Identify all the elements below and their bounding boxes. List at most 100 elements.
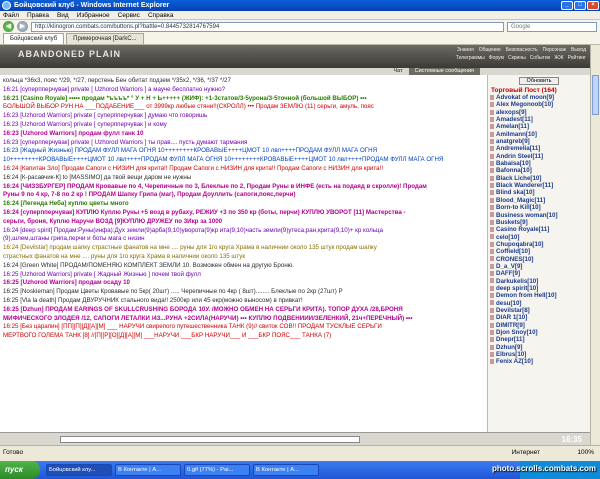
player-item[interactable]: Demon from Hell[10] bbox=[490, 292, 590, 299]
search-box[interactable]: Google bbox=[507, 21, 597, 32]
page-content: ABANDONED PLAIN Знания Общение Безопасно… bbox=[0, 45, 590, 445]
player-item[interactable]: celo[10] bbox=[490, 234, 590, 241]
chat-line: 16:25 [Noskieman] Продам Цветы Кровавые … bbox=[3, 288, 343, 296]
refresh-button[interactable]: Обновить bbox=[519, 77, 559, 85]
game-logo: ABANDONED PLAIN bbox=[18, 49, 122, 59]
player-item[interactable]: Amadest[11] bbox=[490, 116, 590, 123]
player-item[interactable]: DAFF[9] bbox=[490, 270, 590, 277]
tab-fitting-room[interactable]: Примерочная [DarkC... bbox=[66, 33, 144, 44]
player-list-panel: Обновить Торговый Пост (164) Advokat of … bbox=[487, 75, 590, 432]
player-item[interactable]: Amilmann[10] bbox=[490, 131, 590, 138]
player-item[interactable]: Blind ska[10] bbox=[490, 189, 590, 196]
menu-lj[interactable]: ЖЖ bbox=[554, 55, 563, 61]
menu-screens[interactable]: Скрины bbox=[508, 55, 526, 61]
chat-line: Руны 9 по 4 кр, 7-8 по 2 кр ! ПРОДАМ Шап… bbox=[3, 191, 296, 199]
chat-log: кольца *36х3, пояс */29, */27, перстень … bbox=[0, 75, 485, 432]
close-button[interactable]: × bbox=[587, 1, 599, 10]
player-item[interactable]: Black Wanderer[11] bbox=[490, 182, 590, 189]
system-messages-tab[interactable]: Системные сообщения bbox=[408, 68, 480, 75]
menu-communication[interactable]: Общение bbox=[479, 47, 501, 53]
chat-tab[interactable]: Чат bbox=[394, 68, 403, 75]
game-clock: 16:35 bbox=[561, 435, 582, 444]
chat-line: 16:23 [Жадный Жизнью] ПРОДАМ ФУЛЛ МАГА О… bbox=[3, 147, 378, 155]
player-item[interactable]: DIAR 1[10] bbox=[490, 314, 590, 321]
menu-character[interactable]: Персонаж bbox=[543, 47, 566, 53]
menu-edit[interactable]: Правка bbox=[27, 11, 49, 19]
menu-rating[interactable]: Рейтинг bbox=[568, 55, 586, 61]
player-item[interactable]: Dzhun[9] bbox=[490, 344, 590, 351]
tab-row: Бойцовский клуб Примерочная [DarkC... bbox=[0, 33, 600, 45]
player-item[interactable]: Babaisa[10] bbox=[490, 160, 590, 167]
menu-security[interactable]: Безопасность bbox=[506, 47, 538, 53]
maximize-button[interactable]: □ bbox=[574, 1, 586, 10]
player-item[interactable]: Andrin Steel[11] bbox=[490, 153, 590, 160]
window-controls: _ □ × bbox=[561, 1, 599, 10]
player-item[interactable]: Buskets[9] bbox=[490, 219, 590, 226]
tab-combats[interactable]: Бойцовский клуб bbox=[3, 33, 65, 44]
title-bar: Бойцовский клуб - Windows Internet Explo… bbox=[0, 0, 600, 11]
task-paint[interactable]: 0.gif (77%) - Pai... bbox=[184, 464, 250, 476]
chat-line: 10++++++++КРОВАВЫЕ++++ЦМОТ 10 лвл++++ПРО… bbox=[3, 156, 444, 164]
player-item[interactable]: Elbrus[10] bbox=[490, 351, 590, 358]
chat-line: 16:25 [Uzhorod Warriors] продам осаду 10 bbox=[3, 279, 130, 287]
player-item[interactable]: CRONES[10] bbox=[490, 256, 590, 263]
player-item[interactable]: Advokat of moon[9] bbox=[490, 94, 590, 101]
menu-knowledge[interactable]: Знания bbox=[457, 47, 474, 53]
task-vkontakte-2[interactable]: В Контакте | А... bbox=[253, 464, 319, 476]
scrollbar-thumb[interactable] bbox=[592, 75, 599, 115]
player-item[interactable]: Casino Royale[11] bbox=[490, 226, 590, 233]
task-combats[interactable]: Бойцовский клу... bbox=[46, 464, 112, 476]
chat-line: 16:24 [deep spirit] Продам:Руны(инфа):Ду… bbox=[3, 226, 383, 234]
menu-events[interactable]: Событие bbox=[530, 55, 551, 61]
zone-indicator: Интернет bbox=[511, 449, 540, 456]
player-item[interactable]: anatgreb[9] bbox=[490, 138, 590, 145]
chat-line: 16:23 [Uzhorod Warriors] private [ супер… bbox=[3, 112, 208, 120]
player-item[interactable]: alexops[9] bbox=[490, 109, 590, 116]
menu-help[interactable]: Справка bbox=[148, 11, 174, 19]
player-item[interactable]: desu[10] bbox=[490, 300, 590, 307]
menu-tools[interactable]: Сервис bbox=[118, 11, 140, 19]
chat-line: 16:21 [суперпперчувак] private [ Uzhorod… bbox=[3, 85, 226, 93]
player-item[interactable]: Coffield[10] bbox=[490, 248, 590, 255]
game-menu-bottom: Телеграммы Форум Скрины Событие ЖЖ Рейти… bbox=[456, 55, 586, 61]
player-item[interactable]: Andremelia[11] bbox=[490, 145, 590, 152]
menu-favorites[interactable]: Избранное bbox=[77, 11, 110, 19]
page-scrollbar[interactable] bbox=[590, 45, 600, 445]
player-item[interactable]: DIMITR[9] bbox=[490, 322, 590, 329]
player-item[interactable]: Djon Snoy[10] bbox=[490, 329, 590, 336]
player-item[interactable]: D_a_V[9] bbox=[490, 263, 590, 270]
menu-forum[interactable]: Форум bbox=[489, 55, 504, 61]
taskbar-tasks: Бойцовский клу... В Контакте | А... 0.gi… bbox=[46, 464, 319, 476]
player-item[interactable]: Black Liche[10] bbox=[490, 175, 590, 182]
player-item[interactable]: Devilstar[8] bbox=[490, 307, 590, 314]
status-bar: Готово Интернет 100% bbox=[0, 445, 600, 461]
address-bar[interactable]: http://klinogron.combats.com/buttons.pl?… bbox=[31, 21, 504, 32]
player-item[interactable]: Bafonna[10] bbox=[490, 167, 590, 174]
player-item[interactable]: Dnepr[11] bbox=[490, 336, 590, 343]
chat-input[interactable] bbox=[60, 436, 360, 443]
player-item[interactable]: Born-to Kill[10] bbox=[490, 204, 590, 211]
player-item[interactable]: Blood_Magic[11] bbox=[490, 197, 590, 204]
menu-exit[interactable]: Выход bbox=[571, 47, 586, 53]
forward-button[interactable]: ▶ bbox=[17, 21, 28, 32]
menu-telegrams[interactable]: Телеграммы bbox=[456, 55, 485, 61]
chat-line: 16:25 [Uzhorod Warriors] private [ Жадны… bbox=[3, 270, 201, 278]
minimize-button[interactable]: _ bbox=[561, 1, 573, 10]
back-button[interactable]: ◀ bbox=[3, 21, 14, 32]
player-item[interactable]: Alex Megonoob[10] bbox=[490, 101, 590, 108]
zoom-level[interactable]: 100% bbox=[577, 446, 594, 460]
menu-view[interactable]: Вид bbox=[57, 11, 69, 19]
player-item[interactable]: deep spirit[10] bbox=[490, 285, 590, 292]
player-item[interactable]: Fenix AZ[10] bbox=[490, 358, 590, 365]
start-button[interactable]: пуск bbox=[0, 461, 40, 479]
player-item[interactable]: Business woman[10] bbox=[490, 212, 590, 219]
player-item[interactable]: Darkukelis[10] bbox=[490, 278, 590, 285]
menu-file[interactable]: Файл bbox=[3, 11, 19, 19]
task-vkontakte-1[interactable]: В Контакте | А... bbox=[115, 464, 181, 476]
chat-line: (9),шлем,штаны грипа,перчи и боты мага с… bbox=[3, 235, 145, 243]
chat-line: 16:25 [Vla la death] Продам ДВУРУЧНИК ст… bbox=[3, 296, 303, 304]
player-item[interactable]: Chupoqabra[10] bbox=[490, 241, 590, 248]
player-item[interactable]: Amelan[11] bbox=[490, 123, 590, 130]
game-menu-top: Знания Общение Безопасность Персонаж Вых… bbox=[457, 47, 586, 53]
chat-line: 16:25 [Без царапин] [ПП][П][Д][А][М] ___… bbox=[3, 323, 382, 331]
